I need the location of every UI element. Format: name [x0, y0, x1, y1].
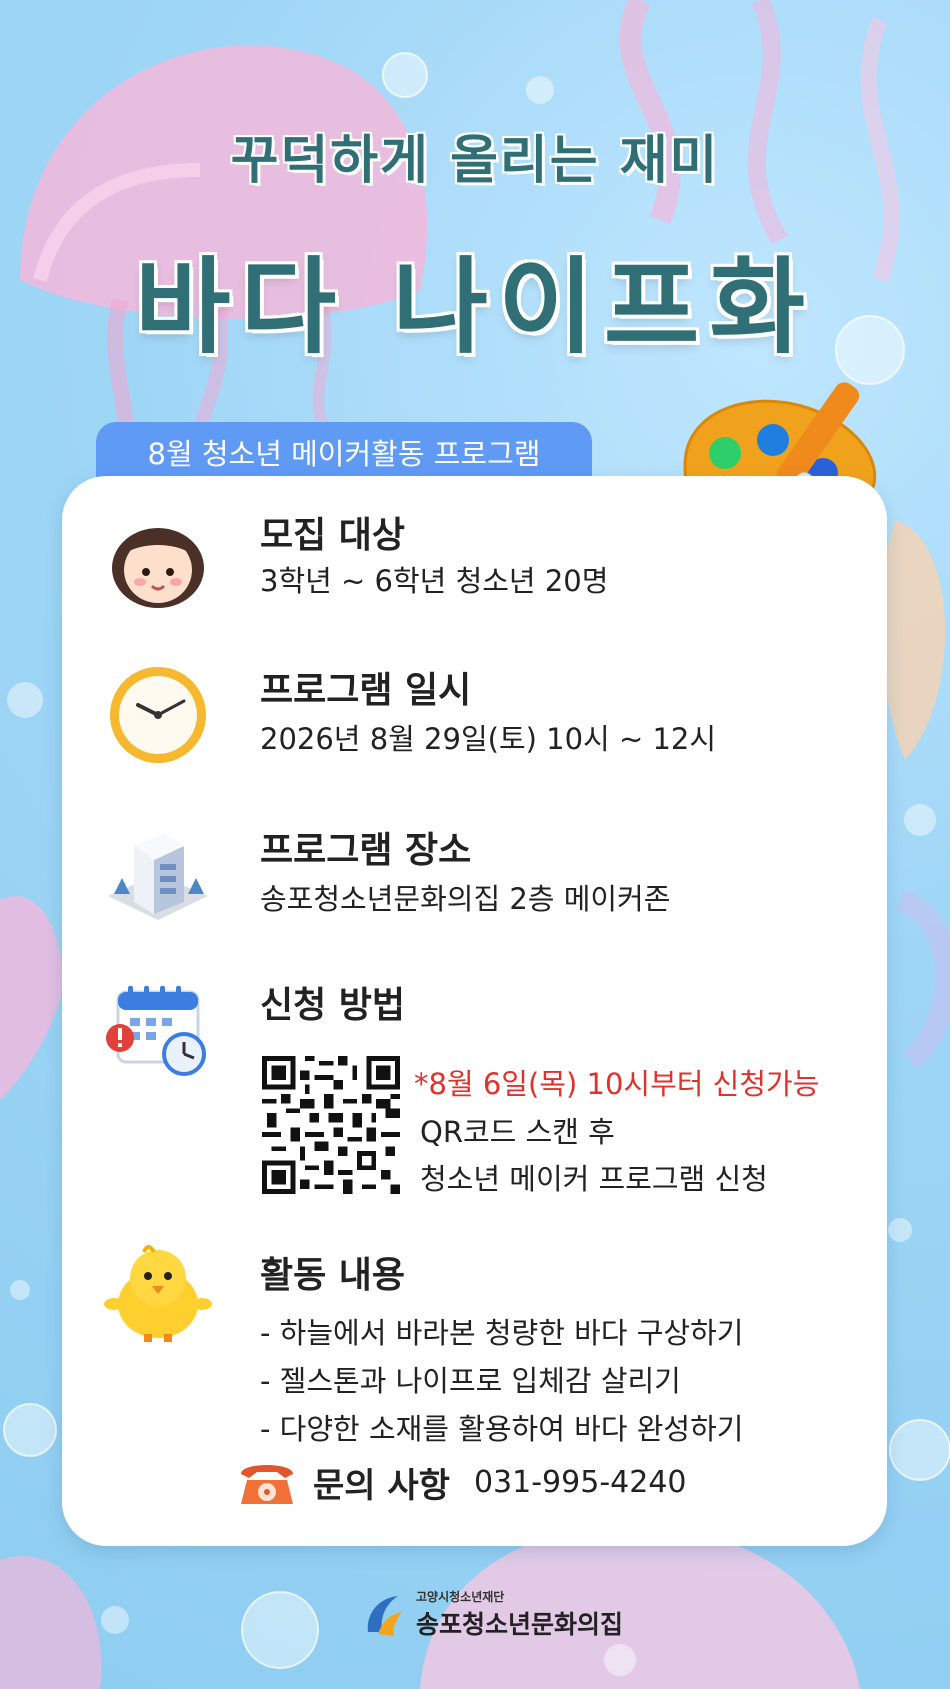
poster: 꾸덕하게 올리는 재미 바다 나이프화 8월 청소년 메이커활동 프로그램 모집… — [0, 0, 950, 1689]
org-logo: 고양시청소년재단 송포청소년문화의집 — [360, 1588, 623, 1641]
org-sub-name: 고양시청소년재단 — [416, 1590, 505, 1604]
poster-subtitle: 꾸덕하게 올리는 재미 — [230, 131, 720, 191]
org-name: 송포청소년문화의집 — [416, 1610, 624, 1639]
clock-icon — [110, 667, 206, 763]
section-text: 2026년 8월 29일(토) 10시 ~ 12시 — [260, 722, 717, 756]
telephone-icon — [241, 1465, 293, 1504]
section-text: 3학년 ~ 6학년 청소년 20명 — [260, 564, 609, 598]
qr-code[interactable] — [262, 1056, 400, 1194]
section-heading: 활동 내용 — [260, 1255, 406, 1296]
section-heading: 모집 대상 — [260, 515, 406, 556]
activity-item: - 다양한 소재를 활용하여 바다 완성하기 — [260, 1412, 744, 1446]
section-text: 송포청소년문화의집 2층 메이커존 — [260, 882, 671, 916]
org-logo-icon — [367, 1595, 402, 1636]
girl-face-icon — [112, 528, 204, 608]
contact-phone[interactable]: 031-995-4240 — [474, 1465, 687, 1500]
application-open-date: *8월 6일(목) 10시부터 신청가능 — [414, 1067, 820, 1101]
chick-icon — [104, 1245, 212, 1342]
section-heading: 신청 방법 — [260, 985, 406, 1026]
activity-item: - 하늘에서 바라본 청량한 바다 구상하기 — [260, 1316, 744, 1350]
info-card: 모집 대상 3학년 ~ 6학년 청소년 20명 프로그램 일시 2026년 8월… — [62, 476, 887, 1546]
section-text: QR코드 스캔 후 — [420, 1115, 615, 1149]
contact-label: 문의 사항 — [313, 1465, 450, 1506]
section-heading: 프로그램 장소 — [260, 830, 472, 871]
section-heading: 프로그램 일시 — [260, 670, 472, 711]
section-text: 청소년 메이커 프로그램 신청 — [420, 1162, 768, 1196]
program-tag: 8월 청소년 메이커활동 프로그램 — [96, 422, 592, 482]
activity-item: - 젤스톤과 나이프로 입체감 살리기 — [260, 1364, 681, 1398]
contact-row: 문의 사항 031-995-4240 — [237, 1456, 687, 1508]
calendar-icon — [106, 986, 206, 1076]
building-icon — [108, 834, 208, 920]
